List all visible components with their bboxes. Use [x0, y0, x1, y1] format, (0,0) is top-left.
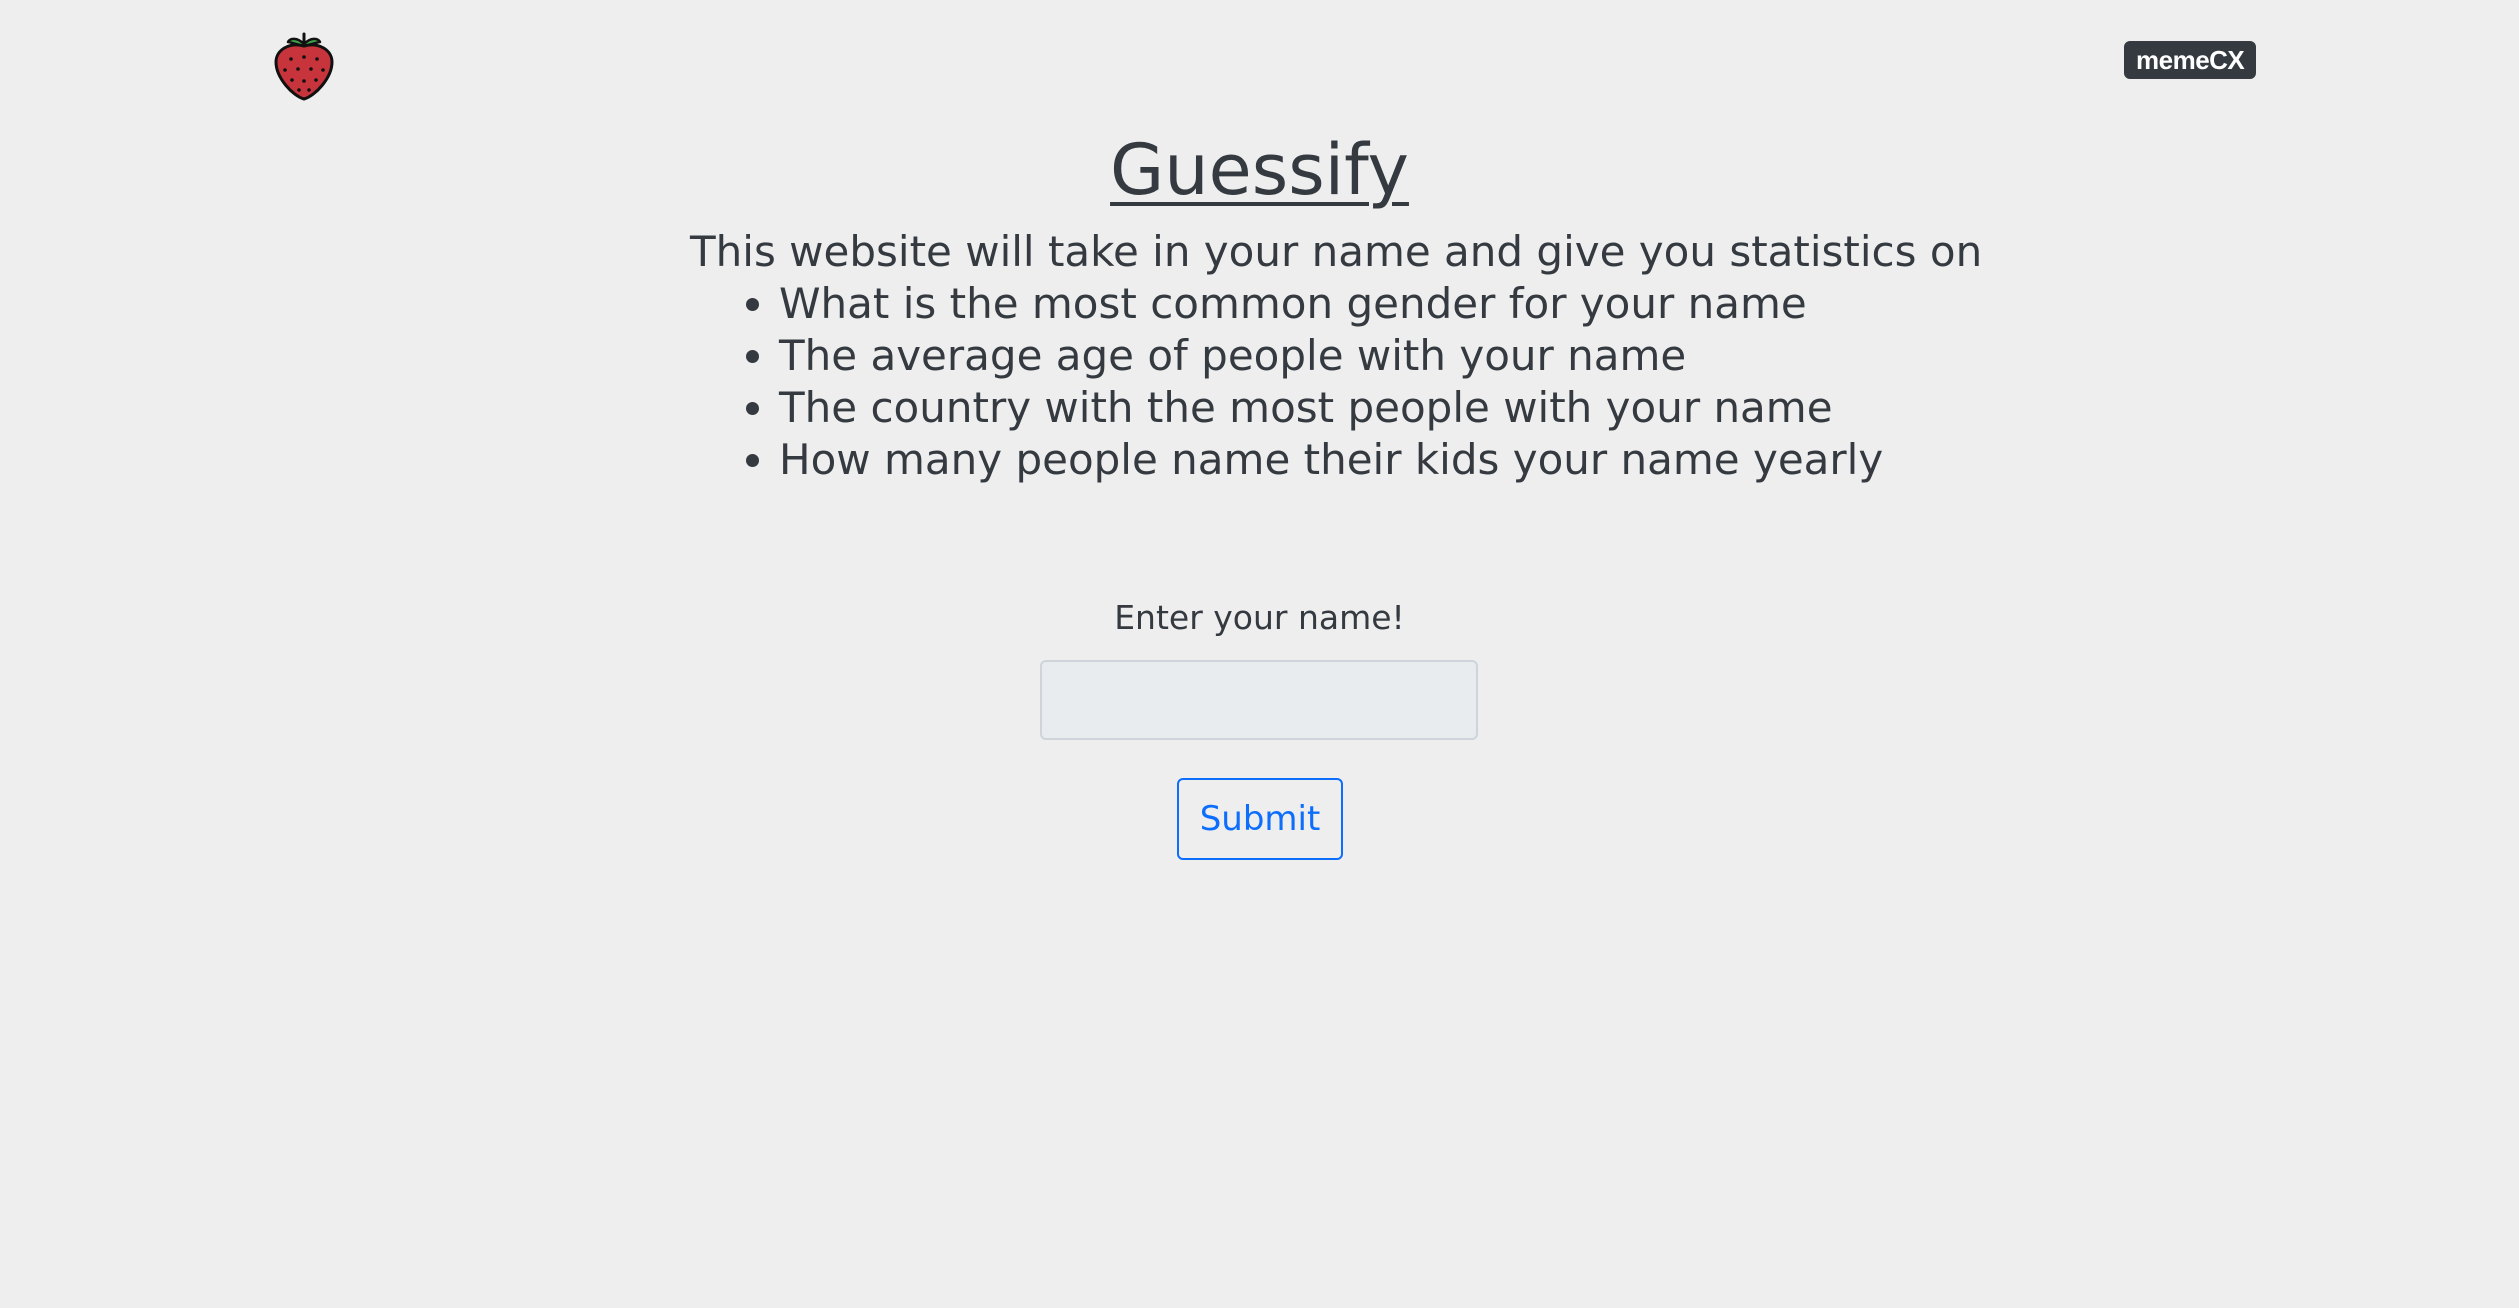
name-input[interactable]: [1040, 660, 1478, 740]
top-bar: memeCX: [0, 0, 2519, 120]
feature-list: What is the most common gender for your …: [690, 278, 1883, 486]
feature-item-gender: What is the most common gender for your …: [779, 278, 1883, 330]
strawberry-icon: [271, 26, 337, 102]
submit-button[interactable]: Submit: [1177, 778, 1343, 860]
feature-item-yearly: How many people name their kids your nam…: [779, 434, 1883, 486]
strawberry-logo-link[interactable]: [271, 26, 337, 102]
memecx-badge[interactable]: memeCX: [2124, 41, 2257, 79]
feature-item-country: The country with the most people with yo…: [779, 382, 1883, 434]
page-title: Guessify: [1110, 129, 1409, 211]
intro-text: This website will take in your name and …: [690, 227, 1983, 276]
name-label: Enter your name!: [1114, 598, 1405, 637]
feature-item-age: The average age of people with your name: [779, 330, 1883, 382]
